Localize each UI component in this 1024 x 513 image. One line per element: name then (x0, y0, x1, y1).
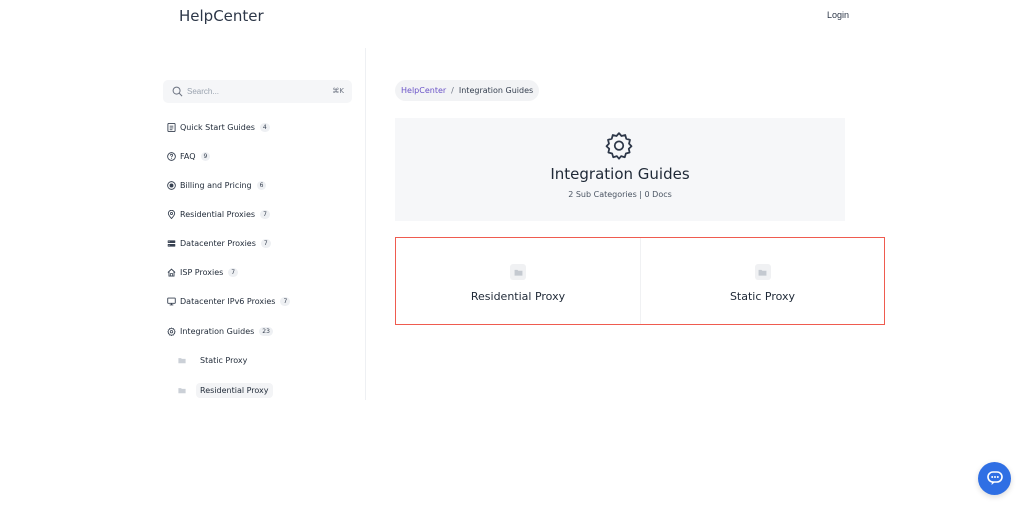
sidebar-item-datacenter-ipv6-proxies[interactable]: Datacenter IPv6 Proxies 7 (166, 294, 291, 308)
home-icon (166, 267, 176, 277)
sidebar-subitem-label: Residential Proxy (196, 382, 273, 398)
sidebar-item-label: Residential Proxies (180, 209, 256, 219)
count-badge: 4 (259, 122, 270, 132)
folder-icon (510, 264, 526, 280)
breadcrumb-current: Integration Guides (458, 86, 534, 95)
search-icon (172, 86, 183, 97)
question-circle-icon (166, 151, 176, 161)
folder-icon (177, 355, 187, 365)
count-badge: 7 (228, 267, 239, 277)
count-badge: 9 (200, 151, 211, 161)
top-header: HelpCenter Login (0, 0, 1024, 40)
server-icon (166, 238, 176, 248)
count-badge: 23 (259, 326, 273, 336)
brand-logo-text[interactable]: HelpCenter (179, 7, 264, 25)
category-meta: 2 Sub Categories | 0 Docs (568, 190, 672, 199)
folder-icon (177, 385, 187, 395)
sidebar-item-label: Quick Start Guides (180, 122, 255, 132)
sidebar-item-label: Datacenter Proxies (180, 238, 256, 248)
location-pin-icon (166, 209, 176, 219)
sidebar-item-label: FAQ (180, 151, 196, 161)
search-shortcut: ⌘K (332, 87, 344, 95)
login-link[interactable]: Login (827, 10, 849, 20)
count-badge: 7 (280, 296, 291, 306)
sidebar-item-billing-and-pricing[interactable]: Billing and Pricing 6 (166, 178, 267, 192)
count-badge: 6 (256, 180, 267, 190)
breadcrumb-separator: / (451, 86, 454, 95)
subcategory-grid: Residential Proxy Static Proxy (395, 237, 885, 325)
category-hero: Integration Guides 2 Sub Categories | 0 … (395, 118, 845, 221)
sidebar-item-label: Billing and Pricing (180, 180, 252, 190)
sidebar-item-datacenter-proxies[interactable]: Datacenter Proxies 7 (166, 236, 271, 250)
sidebar-item-label: Integration Guides (180, 326, 255, 336)
sidebar-item-isp-proxies[interactable]: ISP Proxies 7 (166, 265, 239, 279)
sidebar-item-residential-proxies[interactable]: Residential Proxies 7 (166, 207, 270, 221)
sidebar-item-label: ISP Proxies (180, 267, 224, 277)
breadcrumb-home-link[interactable]: HelpCenter (401, 86, 446, 95)
subcategory-card-label: Static Proxy (729, 290, 796, 303)
sidebar-item-integration-guides[interactable]: Integration Guides 23 (166, 324, 273, 338)
chat-bubble-icon (986, 471, 1003, 485)
document-icon (166, 122, 176, 132)
breadcrumb: HelpCenter / Integration Guides (395, 80, 540, 101)
monitor-icon (166, 296, 176, 306)
dollar-circle-icon (166, 180, 176, 190)
page-title: Integration Guides (550, 165, 690, 183)
sidebar-subitem-static-proxy[interactable]: Static Proxy (177, 352, 251, 368)
count-badge: 7 (260, 238, 271, 248)
chat-widget-button[interactable] (978, 462, 1011, 495)
sidebar: ⌘K Quick Start Guides 4 FAQ 9 Billing an… (162, 48, 366, 400)
sidebar-item-label: Datacenter IPv6 Proxies (180, 296, 276, 306)
search-box[interactable]: ⌘K (163, 80, 352, 103)
count-badge: 7 (260, 209, 270, 219)
folder-icon (754, 264, 771, 280)
sidebar-item-faq[interactable]: FAQ 9 (166, 149, 211, 163)
sidebar-item-quick-start-guides[interactable]: Quick Start Guides 4 (166, 120, 270, 134)
sidebar-subitem-label: Static Proxy (200, 355, 248, 365)
subcategory-card-static-proxy[interactable]: Static Proxy (640, 238, 884, 324)
gear-icon (605, 132, 633, 160)
subcategory-card-residential-proxy[interactable]: Residential Proxy (396, 238, 640, 324)
gear-icon (166, 326, 176, 336)
search-input[interactable] (187, 83, 317, 100)
sidebar-subitem-residential-proxy[interactable]: Residential Proxy (177, 382, 273, 398)
subcategory-card-label: Residential Proxy (470, 290, 566, 303)
